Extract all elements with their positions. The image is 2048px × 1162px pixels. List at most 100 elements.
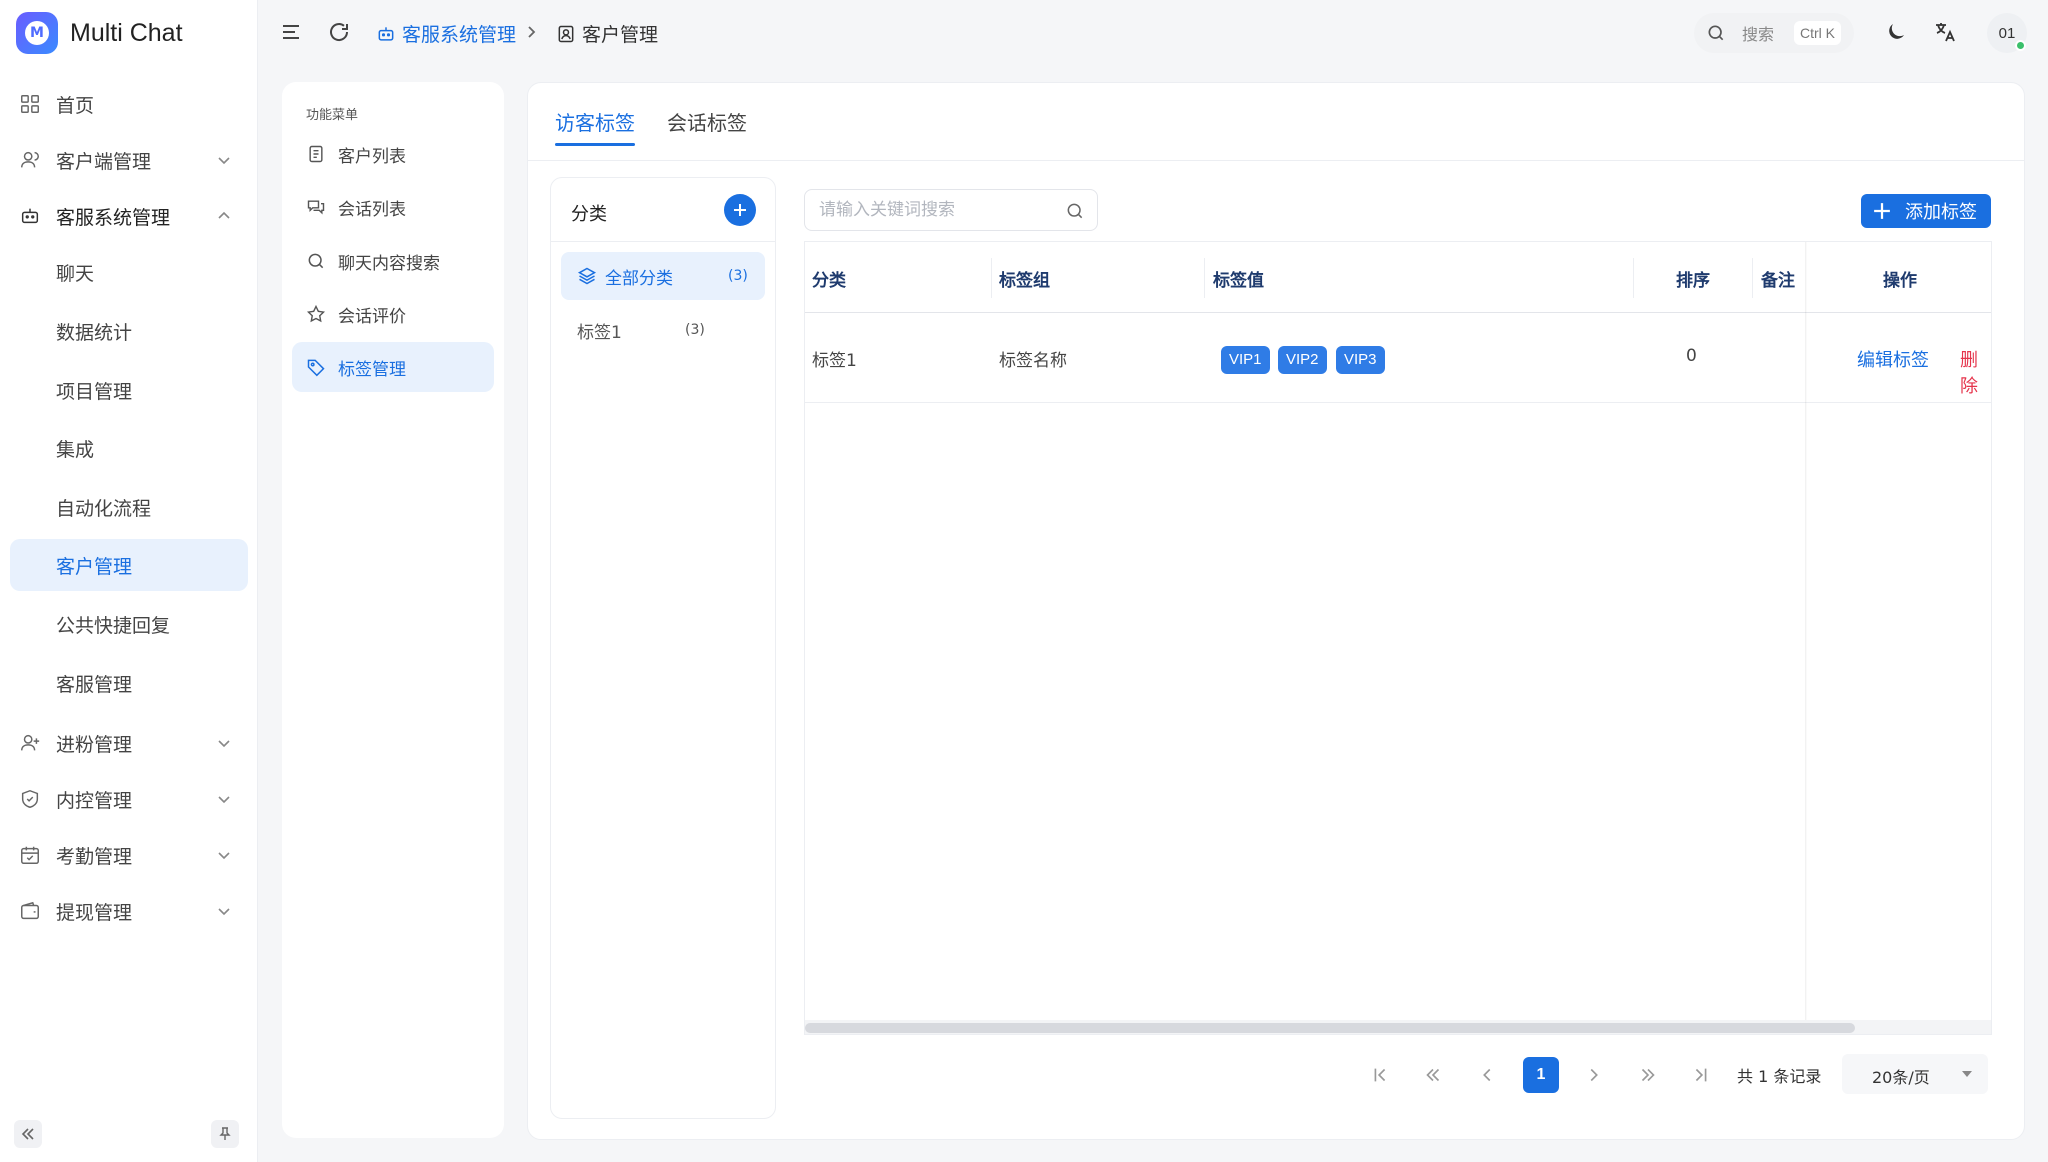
search-shortcut: Ctrl K [1794,21,1841,45]
sidebar: M Multi Chat 首页 客户端管理 客服系统管理 聊天 数据统计 项目管… [0,0,258,1162]
document-icon [306,144,326,164]
column-header-values: 标签值 [1213,271,1264,291]
sidebar-item-quick-replies[interactable]: 公共快捷回复 [10,598,248,650]
breadcrumb-label: 客户管理 [582,24,659,46]
fixed-column-shadow [1805,242,1807,1020]
add-category-button[interactable] [724,194,756,226]
category-title: 分类 [571,204,607,225]
search-icon [1706,23,1726,43]
prev-five-button[interactable] [1418,1057,1448,1093]
table-header-row: 分类 标签组 标签值 排序 备注 操作 [805,242,1991,313]
horizontal-scrollbar[interactable] [805,1020,1991,1034]
chat-icon [306,197,326,217]
user-icon [19,149,41,171]
robot-icon [19,205,41,227]
pin-sidebar-button[interactable] [211,1120,239,1148]
app-name: Multi Chat [70,18,183,47]
sidebar-item-label: 内控管理 [56,789,133,812]
user-plus-icon [19,732,41,754]
sidebar-item-statistics[interactable]: 数据统计 [10,305,248,357]
sidebar-item-home[interactable]: 首页 [10,78,248,130]
sidebar-item-automation[interactable]: 自动化流程 [10,481,248,533]
chevron-left-icon [1476,1064,1498,1086]
app-logo: M [16,12,58,54]
online-status-dot [2015,40,2026,51]
page-size-value: 20条/页 [1872,1068,1930,1087]
sidebar-item-label: 客服系统管理 [56,206,171,229]
sidebar-item-customer-management[interactable]: 客户管理 [10,539,248,591]
sidebar-item-label: 首页 [56,94,95,117]
func-item-label: 会话评价 [338,306,406,327]
func-item-tag-management[interactable]: 标签管理 [292,342,494,392]
sidebar-item-cs-system[interactable]: 客服系统管理 [10,190,248,242]
last-page-button[interactable] [1686,1057,1716,1093]
brand[interactable]: M Multi Chat [16,10,183,56]
func-item-customer-list[interactable]: 客户列表 [292,129,494,179]
sidebar-item-agent-management[interactable]: 客服管理 [10,657,248,709]
pin-icon [217,1126,233,1142]
column-header-sort: 排序 [1676,271,1710,291]
keyword-search-input[interactable] [819,198,1059,222]
contact-icon [556,24,576,44]
category-item-all[interactable]: 全部分类 (3) [561,252,765,300]
column-divider [1204,258,1205,298]
search-label: 搜索 [1742,25,1775,44]
func-item-session-rating[interactable]: 会话评价 [292,289,494,339]
sidebar-item-internal-control[interactable]: 内控管理 [10,773,248,825]
tab-visitor-tags[interactable]: 访客标签 [555,107,635,136]
category-item-tag1[interactable]: 标签1 (3) [561,306,765,354]
breadcrumb-customer-management: 客户管理 [556,20,658,47]
sidebar-item-label: 聊天 [56,262,95,285]
last-page-icon [1690,1064,1712,1086]
translate-icon[interactable] [1933,20,1957,44]
tab-session-tags[interactable]: 会话标签 [667,107,747,136]
breadcrumb-cs-system[interactable]: 客服系统管理 [376,20,516,47]
cell-group: 标签名称 [999,351,1067,371]
refresh-icon[interactable] [327,20,351,44]
sidebar-item-label: 集成 [56,438,95,461]
sidebar-item-label: 客服管理 [56,673,133,696]
column-header-actions: 操作 [1883,271,1917,291]
chevron-down-icon [216,152,232,168]
sidebar-item-attendance[interactable]: 考勤管理 [10,829,248,881]
next-page-button[interactable] [1579,1057,1609,1093]
sidebar-item-chat[interactable]: 聊天 [10,246,248,298]
double-chevron-left-icon [1422,1064,1444,1086]
tag-icon [306,357,326,377]
column-divider [1633,258,1634,298]
chevron-down-icon [216,735,232,751]
prev-page-button[interactable] [1472,1057,1502,1093]
sidebar-item-label: 数据统计 [56,321,133,344]
collapse-sidebar-button[interactable] [14,1120,42,1148]
first-page-button[interactable] [1365,1057,1395,1093]
global-search[interactable]: 搜索 Ctrl K [1694,13,1854,53]
chevron-down-icon [216,791,232,807]
func-item-label: 会话列表 [338,199,406,220]
sidebar-item-projects[interactable]: 项目管理 [10,364,248,416]
sidebar-item-label: 公共快捷回复 [56,614,171,637]
category-count: (3) [728,268,748,284]
sidebar-item-label: 进粉管理 [56,733,133,756]
sidebar-item-client-management[interactable]: 客户端管理 [10,134,248,186]
dark-mode-icon[interactable] [1884,20,1908,44]
tag-table: 分类 标签组 标签值 排序 备注 操作 标签1 标签名称 VIP1 VIP2 V… [804,241,1992,1035]
sidebar-item-label: 自动化流程 [56,497,152,520]
sidebar-item-withdraw[interactable]: 提现管理 [10,885,248,937]
add-tag-button[interactable]: 添加标签 [1861,194,1991,228]
func-item-session-list[interactable]: 会话列表 [292,182,494,232]
page-size-select[interactable]: 20条/页 [1842,1054,1988,1094]
sidebar-item-fans[interactable]: 进粉管理 [10,717,248,769]
cell-sort: 0 [1686,346,1697,366]
layers-icon [577,266,597,286]
category-panel: 分类 全部分类 (3) 标签1 (3) [550,177,776,1119]
delete-tag-link[interactable]: 删除 [1960,346,1991,398]
search-icon[interactable] [1065,201,1085,221]
scrollbar-thumb[interactable] [805,1023,1855,1033]
func-item-chat-search[interactable]: 聊天内容搜索 [292,236,494,286]
sidebar-item-integration[interactable]: 集成 [10,422,248,474]
edit-tag-link[interactable]: 编辑标签 [1857,346,1929,372]
next-five-button[interactable] [1633,1057,1663,1093]
page-number-current[interactable]: 1 [1523,1057,1559,1093]
menu-toggle-icon[interactable] [279,20,303,44]
cell-category: 标签1 [812,351,857,371]
